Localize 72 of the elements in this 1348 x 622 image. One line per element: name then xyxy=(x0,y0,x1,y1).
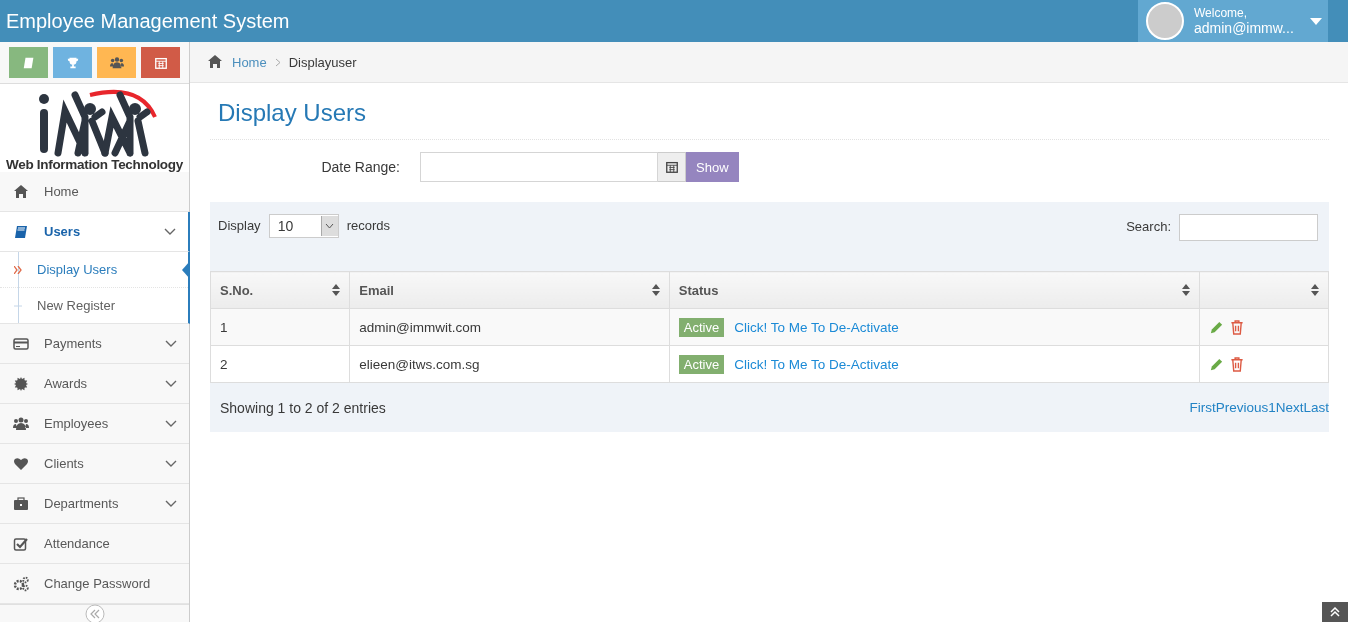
breadcrumb-current: Displayuser xyxy=(288,54,357,70)
records-label: records xyxy=(346,217,390,235)
deactivate-link[interactable]: Click! To Me To De-Activate xyxy=(734,356,899,372)
trophy-icon xyxy=(65,55,80,70)
chevron-down-icon xyxy=(165,379,177,388)
chevron-down-icon xyxy=(164,227,176,236)
chevron-down-icon xyxy=(165,459,177,468)
column-header[interactable]: Email xyxy=(349,271,670,309)
submenu-item[interactable]: Display Users xyxy=(0,252,188,288)
pencil-icon[interactable] xyxy=(1208,356,1224,372)
pagination-link[interactable]: Last xyxy=(1303,400,1329,415)
pagination-link[interactable]: Next xyxy=(1275,400,1304,415)
sort-icon[interactable] xyxy=(1181,284,1190,296)
group-icon xyxy=(12,415,30,432)
sort-icon[interactable] xyxy=(332,284,341,296)
table-cell: admin@immwit.com xyxy=(349,308,670,346)
chevron-down-icon xyxy=(165,419,177,428)
badge-icon xyxy=(12,375,30,392)
status-badge: Active xyxy=(678,317,725,337)
logo-text: Web Information Technology xyxy=(6,157,183,172)
table-cell: elieen@itws.com.sg xyxy=(349,345,670,383)
home-icon xyxy=(12,183,30,200)
trash-icon[interactable] xyxy=(1229,319,1244,335)
double-chevron-up-icon xyxy=(1330,607,1340,617)
chevron-right-icon xyxy=(274,57,281,67)
scroll-top-button[interactable] xyxy=(1322,602,1348,622)
table-cell: 2 xyxy=(210,345,350,383)
pagination-link[interactable]: Previous xyxy=(1215,400,1269,415)
credit-card-icon xyxy=(12,335,30,352)
pagination-link[interactable]: 1 xyxy=(1268,400,1276,415)
display-label: Display xyxy=(218,217,261,235)
shortcut-button[interactable] xyxy=(97,47,136,78)
pagination-link[interactable]: First xyxy=(1189,400,1216,415)
double-chevron-icon xyxy=(14,265,22,274)
calendar-icon[interactable] xyxy=(664,160,679,174)
avatar xyxy=(1146,2,1184,40)
collapse-icon[interactable] xyxy=(84,604,105,622)
search-field[interactable] xyxy=(1179,214,1318,241)
trash-icon[interactable] xyxy=(1229,356,1244,372)
app-title: Employee Management System xyxy=(5,9,290,33)
status-badge: Active xyxy=(678,354,725,374)
group-icon xyxy=(109,55,124,70)
search-label: Search: xyxy=(1126,218,1171,236)
briefcase-icon xyxy=(12,495,30,512)
page-title: Display Users xyxy=(210,83,1329,140)
sort-icon[interactable] xyxy=(651,284,660,296)
caret-icon xyxy=(1309,17,1322,25)
date-range-field[interactable] xyxy=(420,152,658,182)
shortcut-button[interactable] xyxy=(53,47,92,78)
checkbox-icon xyxy=(12,535,30,552)
deactivate-link[interactable]: Click! To Me To De-Activate xyxy=(734,319,899,335)
book-icon xyxy=(12,223,30,240)
column-header[interactable]: S.No. xyxy=(210,271,350,309)
entries-info: Showing 1 to 2 of 2 entries xyxy=(220,399,386,416)
calendar-icon xyxy=(153,55,168,70)
chevron-down-icon xyxy=(325,223,335,229)
book-icon xyxy=(21,55,36,70)
sidebar-item[interactable]: Users xyxy=(0,212,190,252)
shortcut-button[interactable] xyxy=(9,47,48,78)
sort-icon[interactable] xyxy=(1311,284,1319,296)
field-label: Date Range: xyxy=(320,159,400,175)
cogs-icon xyxy=(12,575,30,592)
chevron-down-icon xyxy=(165,499,177,508)
table-cell: 1 xyxy=(210,308,350,346)
shortcut-button[interactable] xyxy=(141,47,180,78)
chevron-down-icon xyxy=(165,339,177,348)
submenu-item[interactable]: New Register xyxy=(0,288,188,323)
column-header[interactable]: Status xyxy=(669,271,1200,309)
pencil-icon[interactable] xyxy=(1208,319,1224,335)
heart-icon xyxy=(12,455,30,472)
page-size-select[interactable]: 10 xyxy=(268,214,339,238)
home-icon xyxy=(206,54,224,70)
